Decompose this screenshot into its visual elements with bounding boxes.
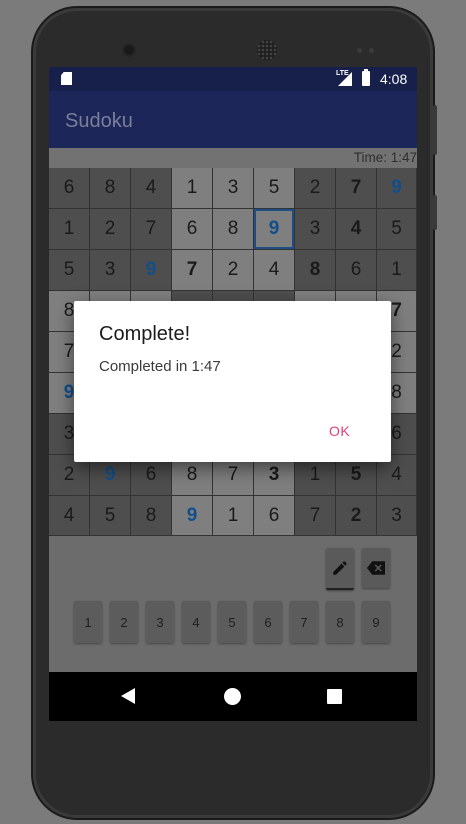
sudoku-cell[interactable]: 2 [213,250,254,291]
sudoku-cell[interactable]: 2 [336,496,377,536]
sudoku-cell[interactable]: 5 [49,250,90,291]
sudoku-cell[interactable]: 2 [295,168,336,209]
sudoku-cell[interactable]: 1 [49,209,90,250]
sudoku-cell[interactable]: 2 [90,209,131,250]
sudoku-cell[interactable]: 6 [254,496,295,536]
status-time: 4:08 [380,71,408,87]
sudoku-cell[interactable]: 7 [336,168,377,209]
power-button [433,195,437,230]
recent-apps-icon[interactable] [327,689,342,704]
sudoku-cell[interactable]: 1 [377,250,417,291]
backspace-icon [367,561,385,575]
number-key-1[interactable]: 1 [74,601,102,643]
sudoku-cell[interactable]: 6 [49,168,90,209]
sudoku-cell[interactable]: 5 [254,168,295,209]
sudoku-cell[interactable]: 9 [172,496,213,536]
sudoku-cell[interactable]: 7 [172,250,213,291]
sd-card-icon [61,72,72,85]
network-type: LTE [336,70,349,77]
navigation-bar [49,672,417,721]
erase-button[interactable] [362,548,390,588]
earpiece-speaker [257,40,277,60]
number-key-6[interactable]: 6 [254,601,282,643]
sudoku-cell[interactable]: 9 [254,209,295,250]
status-bar: LTE 4:08 [49,67,417,91]
sudoku-cell[interactable]: 5 [90,496,131,536]
sudoku-cell[interactable]: 9 [131,250,172,291]
sudoku-cell[interactable]: 6 [172,209,213,250]
pencil-button[interactable] [326,548,354,590]
sudoku-cell[interactable]: 1 [172,168,213,209]
sudoku-cell[interactable]: 9 [377,168,417,209]
sudoku-cell[interactable]: 6 [336,250,377,291]
sudoku-cell[interactable]: 3 [213,168,254,209]
elapsed-time: Time: 1:47 [353,150,417,165]
sudoku-cell[interactable]: 8 [295,250,336,291]
pencil-icon [333,561,347,575]
sudoku-cell[interactable]: 1 [213,496,254,536]
sudoku-cell[interactable]: 5 [377,209,417,250]
device-screen: LTE 4:08 Sudoku Time: 1:47 6841352791276… [49,67,417,721]
sudoku-cell[interactable]: 4 [49,496,90,536]
number-key-9[interactable]: 9 [362,601,390,643]
sudoku-cell[interactable]: 8 [90,168,131,209]
dialog-title: Complete! [99,323,191,345]
dialog-message: Completed in 1:47 [99,358,221,375]
sudoku-cell[interactable]: 7 [295,496,336,536]
sudoku-cell[interactable]: 8 [131,496,172,536]
number-key-8[interactable]: 8 [326,601,354,643]
number-key-4[interactable]: 4 [182,601,210,643]
number-key-5[interactable]: 5 [218,601,246,643]
sudoku-cell[interactable]: 4 [254,250,295,291]
sudoku-cell[interactable]: 8 [213,209,254,250]
light-sensor [369,48,374,53]
volume-button [433,105,437,155]
sudoku-cell[interactable]: 4 [131,168,172,209]
back-icon[interactable] [121,688,135,704]
sudoku-cell[interactable]: 4 [336,209,377,250]
sudoku-cell[interactable]: 7 [131,209,172,250]
number-key-3[interactable]: 3 [146,601,174,643]
number-key-7[interactable]: 7 [290,601,318,643]
complete-dialog: Complete! Completed in 1:47 OK [74,301,391,462]
proximity-sensor [357,48,362,53]
app-bar: Sudoku [49,91,417,148]
front-camera [124,45,134,55]
timer-bar: Time: 1:47 [49,148,417,168]
ok-button[interactable]: OK [329,423,350,439]
home-icon[interactable] [224,688,241,705]
sudoku-cell[interactable]: 3 [295,209,336,250]
number-key-2[interactable]: 2 [110,601,138,643]
input-keypad: 123456789 [49,536,417,672]
app-title: Sudoku [65,110,133,132]
battery-charging-icon [362,69,370,86]
sudoku-cell[interactable]: 3 [377,496,417,536]
sudoku-cell[interactable]: 3 [90,250,131,291]
